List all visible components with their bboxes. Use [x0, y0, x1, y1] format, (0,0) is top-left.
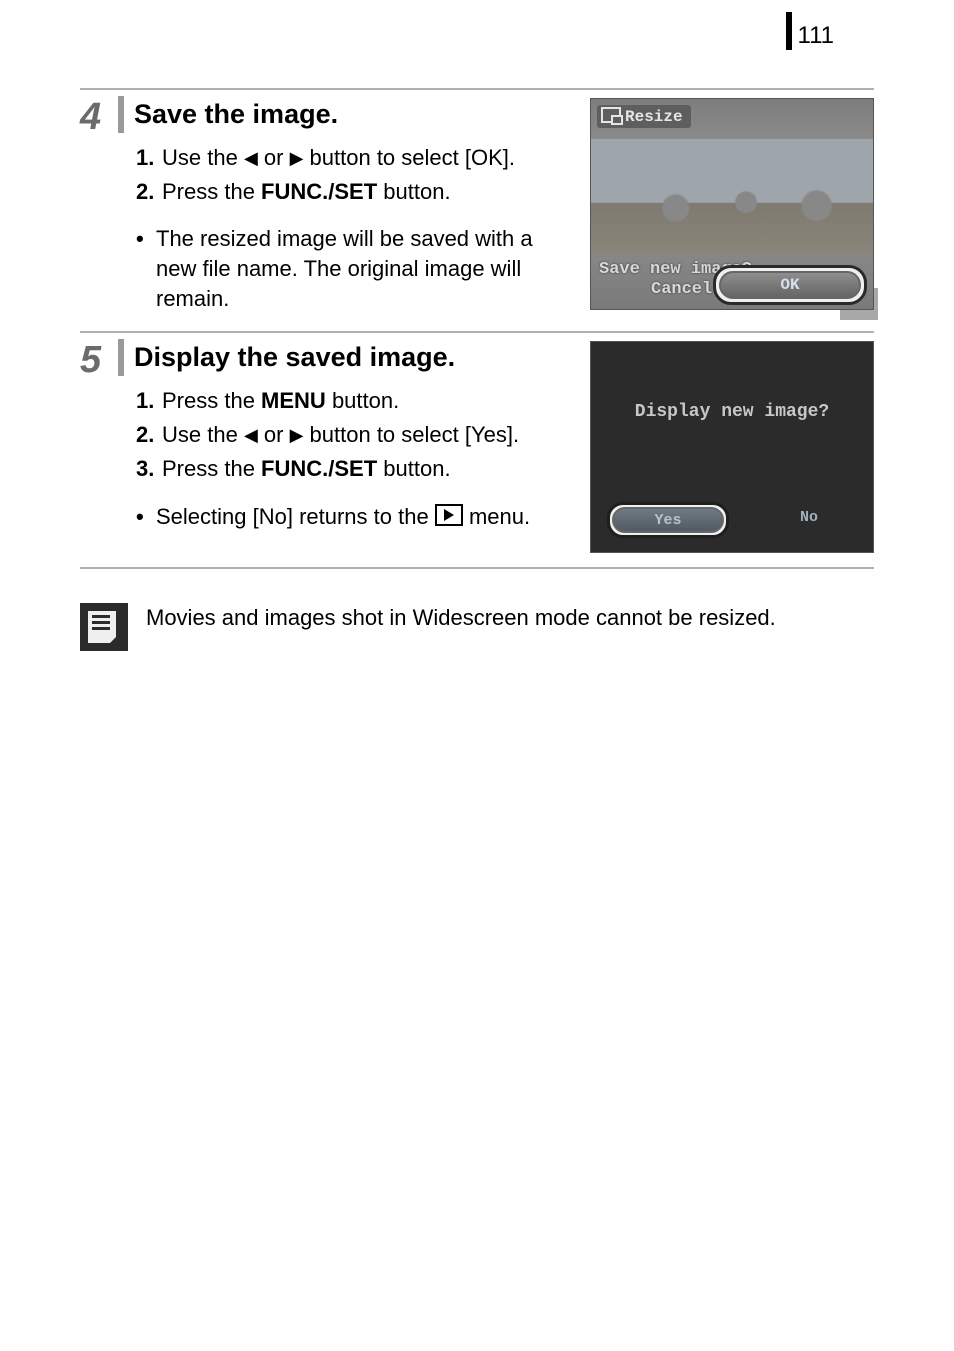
step-number: 5 — [80, 339, 118, 553]
bullet-text: The resized image will be saved with a n… — [156, 224, 578, 313]
note-row: Movies and images shot in Widescreen mod… — [80, 603, 874, 651]
bullet-icon: • — [136, 502, 156, 532]
step-5: 5 Display the saved image. 1. Press the … — [80, 333, 874, 569]
bullet-icon: • — [136, 224, 156, 313]
page: 111 Playback/Erasing 4 Save the image. 1… — [0, 0, 954, 1351]
step-line-text: Use the ◀ or ▶ button to select [Yes]. — [162, 420, 578, 450]
screenshot-no-button: No — [761, 502, 857, 532]
step-title-bar — [118, 339, 124, 376]
step-line-num: 2. — [136, 177, 162, 207]
step-title: Save the image. — [134, 96, 338, 133]
step-line-text: Press the MENU button. — [162, 386, 578, 416]
text-fragment: Use the — [162, 422, 244, 447]
step-line: 2. Press the FUNC./SET button. — [136, 177, 578, 207]
left-arrow-icon: ◀ — [244, 423, 258, 447]
text-bold: FUNC./SET — [261, 456, 377, 481]
page-number-wrap: 111 — [786, 12, 834, 50]
text-fragment: Selecting [No] returns to the — [156, 504, 435, 529]
step-list: 1. Use the ◀ or ▶ button to select [OK].… — [118, 143, 578, 313]
page-number-bar — [786, 12, 792, 50]
page-number: 111 — [798, 22, 834, 50]
step-body: Display the saved image. 1. Press the ME… — [118, 339, 874, 553]
screenshot-buttons: Yes No — [607, 502, 857, 538]
screenshot-display: Display new image? Yes No — [590, 341, 874, 553]
step-bullet: • Selecting [No] returns to the menu. — [136, 502, 578, 532]
text-fragment: Press the — [162, 456, 261, 481]
playback-icon — [435, 504, 463, 526]
step-text: Save the image. 1. Use the ◀ or ▶ button… — [118, 96, 590, 317]
step-bullet: • The resized image will be saved with a… — [136, 224, 578, 313]
step-line-num: 1. — [136, 143, 162, 173]
screenshot-cancel: Cancel — [651, 280, 712, 299]
screenshot-yes-button: Yes — [612, 507, 724, 533]
screenshot-yes-highlight: Yes — [607, 502, 729, 538]
step-line: 1. Use the ◀ or ▶ button to select [OK]. — [136, 143, 578, 173]
left-arrow-icon: ◀ — [244, 146, 258, 170]
step-line: 1. Press the MENU button. — [136, 386, 578, 416]
resize-icon — [601, 107, 621, 123]
step-line-text: Press the FUNC./SET button. — [162, 454, 578, 484]
step-line-num: 2. — [136, 420, 162, 450]
step-line-num: 1. — [136, 386, 162, 416]
note-icon-corner — [108, 635, 118, 645]
text-fragment: Press the — [162, 388, 261, 413]
text-fragment: button to select [Yes]. — [303, 422, 519, 447]
bullet-text: Selecting [No] returns to the menu. — [156, 502, 578, 532]
step-title-row: Display the saved image. — [118, 339, 578, 376]
screenshot-image — [591, 139, 873, 254]
step-text: Display the saved image. 1. Press the ME… — [118, 339, 590, 535]
step-list: 1. Press the MENU button. 2. Use the ◀ o… — [118, 386, 578, 531]
text-fragment: menu. — [463, 504, 530, 529]
text-fragment: Press the — [162, 179, 261, 204]
text-bold: FUNC./SET — [261, 179, 377, 204]
step-4: 4 Save the image. 1. Use the ◀ or ▶ butt… — [80, 88, 874, 333]
right-arrow-icon: ▶ — [290, 146, 304, 170]
screenshot-prompt: Display new image? — [591, 402, 873, 422]
text-fragment: button to select [OK]. — [303, 145, 515, 170]
step-line: 3. Press the FUNC./SET button. — [136, 454, 578, 484]
spacer — [136, 488, 578, 502]
screenshot-title: Resize — [597, 105, 691, 128]
text-fragment: button. — [326, 388, 399, 413]
note-text: Movies and images shot in Widescreen mod… — [146, 603, 874, 633]
screenshot-title-text: Resize — [625, 108, 683, 126]
text-fragment: button. — [377, 456, 450, 481]
text-fragment: button. — [377, 179, 450, 204]
step-number: 4 — [80, 96, 118, 317]
right-arrow-icon: ▶ — [290, 423, 304, 447]
screenshot-ok-highlight: OK — [713, 265, 867, 305]
step-line-text: Use the ◀ or ▶ button to select [OK]. — [162, 143, 578, 173]
text-fragment: Use the — [162, 145, 244, 170]
step-body: Save the image. 1. Use the ◀ or ▶ button… — [118, 96, 874, 317]
step-line-text: Press the FUNC./SET button. — [162, 177, 578, 207]
screenshot-resize: Resize Save new image? Cancel OK — [590, 98, 874, 310]
step-line: 2. Use the ◀ or ▶ button to select [Yes]… — [136, 420, 578, 450]
steps: 4 Save the image. 1. Use the ◀ or ▶ butt… — [80, 88, 874, 569]
text-bold: MENU — [261, 388, 326, 413]
screenshot-ok-button: OK — [719, 271, 861, 299]
step-title-bar — [118, 96, 124, 133]
spacer — [136, 210, 578, 224]
step-title-row: Save the image. — [118, 96, 578, 133]
step-title: Display the saved image. — [134, 339, 455, 376]
note-icon — [80, 603, 128, 651]
step-line-num: 3. — [136, 454, 162, 484]
